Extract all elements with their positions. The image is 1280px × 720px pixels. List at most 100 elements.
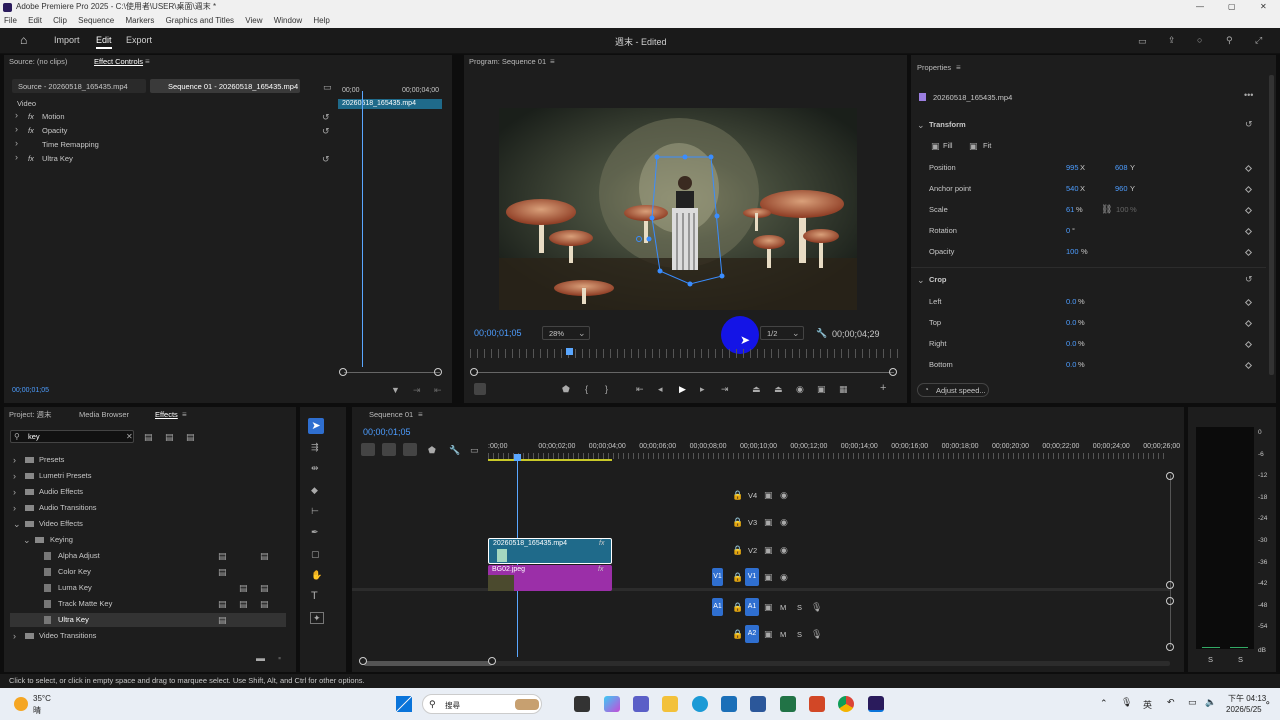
windows-start-icon[interactable] <box>396 696 412 712</box>
fit-icon[interactable]: ▣ <box>969 141 978 151</box>
task-view-icon[interactable] <box>574 696 590 712</box>
workspace-icon[interactable]: ▭ <box>1138 36 1147 46</box>
reset-icon[interactable]: ↺ <box>322 154 330 164</box>
copilot-icon[interactable] <box>604 696 620 712</box>
keyframe-icon[interactable] <box>1244 340 1253 349</box>
solo-right-button[interactable]: S <box>1238 655 1243 664</box>
volume-icon[interactable]: 🔈 <box>1205 697 1216 707</box>
keyframe-icon[interactable] <box>1244 319 1253 328</box>
go-to-in-icon[interactable]: ⇤ <box>636 384 644 394</box>
rectangle-tool-icon[interactable]: ▢ <box>311 549 320 559</box>
panel-menu-icon[interactable]: ≡ <box>182 410 187 420</box>
effects-search-box[interactable]: ⚲ key ✕ <box>10 430 134 443</box>
camera-icon[interactable]: ◉ <box>796 384 804 394</box>
more-options-icon[interactable]: ••• <box>1244 90 1253 100</box>
extract-icon[interactable]: ⏏ <box>774 384 783 394</box>
opacity-value[interactable]: 100 <box>1066 247 1079 256</box>
source-patch-v1[interactable]: V1 <box>712 568 723 586</box>
zoom-select[interactable]: 28% ⌄ <box>542 326 590 340</box>
effects-search-input[interactable]: key <box>28 432 40 441</box>
clear-search-icon[interactable]: ✕ <box>126 432 133 442</box>
sync-lock-icon[interactable]: ▣ <box>764 572 773 582</box>
tab-edit[interactable]: Edit <box>96 35 112 49</box>
solo-button[interactable]: S <box>797 603 802 612</box>
keyframe-icon[interactable] <box>1244 185 1253 194</box>
panel-menu-icon[interactable]: ≡ <box>550 57 555 67</box>
vertical-scrollbar[interactable] <box>1170 475 1171 647</box>
taskbar-search-box[interactable]: ⚲ 搜尋 <box>422 694 542 714</box>
effect-controls-timecode[interactable]: 00;00;01;05 <box>12 387 49 394</box>
hand-tool-icon[interactable]: ✋ <box>311 570 322 580</box>
undo-icon[interactable]: ↶ <box>1167 697 1175 707</box>
keyframe-icon[interactable] <box>1244 248 1253 257</box>
eye-icon[interactable]: ◉ <box>780 490 788 500</box>
properties-scrollbar[interactable] <box>1269 75 1274 375</box>
play-icon[interactable]: ▶ <box>679 384 686 394</box>
tree-item-ultra-key[interactable]: Ultra Key ▤ <box>10 613 286 627</box>
track-select-tool-icon[interactable]: ⇶ <box>311 442 319 452</box>
panel-menu-icon[interactable]: ≡ <box>145 57 150 67</box>
file-explorer-icon[interactable] <box>662 696 678 712</box>
eye-icon[interactable]: ◉ <box>780 517 788 527</box>
zoom-handle-right[interactable] <box>434 368 442 376</box>
step-back-icon[interactable]: ◂ <box>658 384 663 394</box>
eye-icon[interactable]: ◉ <box>780 545 788 555</box>
slip-tool-icon[interactable]: ⊢ <box>311 506 319 516</box>
position-x-value[interactable]: 995 <box>1066 163 1079 172</box>
sync-lock-icon[interactable]: ▣ <box>764 602 773 612</box>
clip-v2[interactable]: 20260518_165435.mp4 fx <box>488 538 612 564</box>
zoom-handle-right[interactable] <box>889 368 897 376</box>
edge-icon[interactable] <box>692 696 708 712</box>
store-icon[interactable] <box>721 696 737 712</box>
crop-bottom-value[interactable]: 0.0 <box>1066 360 1076 369</box>
tree-item-video-transitions[interactable]: › Video Transitions <box>10 629 280 643</box>
fullscreen-icon[interactable]: ⤢ <box>1255 35 1262 45</box>
work-area-bar[interactable] <box>488 459 612 461</box>
source-clip-selector[interactable]: Source - 20260518_165435.mp4 <box>12 79 146 93</box>
solo-button[interactable]: S <box>797 630 802 639</box>
taskbar-time[interactable]: 下午 04:13 <box>1228 693 1266 704</box>
tree-item-track-matte-key[interactable]: Track Matte Key ▤ ▤ ▤ <box>10 597 280 611</box>
chevron-up-icon[interactable]: ⌃ <box>1100 698 1108 708</box>
track-target-a1[interactable]: A1 <box>745 598 759 616</box>
scroll-handle[interactable] <box>1166 597 1174 605</box>
weather-condition[interactable]: 晴 <box>33 705 41 716</box>
maximize-button[interactable]: ▢ <box>1228 0 1236 14</box>
timeline-ruler[interactable]: :00;00 00;00;02;00 00;00;04;00 00;00;06;00 0… <box>488 443 1180 461</box>
scroll-handle[interactable] <box>1166 643 1174 651</box>
menu-file[interactable]: File <box>4 16 17 25</box>
scroll-handle[interactable] <box>1166 581 1174 589</box>
add-marker-icon[interactable]: ⬟ <box>428 445 436 455</box>
taskbar-date[interactable]: 2026/5/25 <box>1226 705 1262 714</box>
keyframe-icon[interactable] <box>1244 361 1253 370</box>
effect-row-time-remapping[interactable]: › Time Remapping <box>12 138 338 152</box>
export-frame-icon[interactable]: ⇥ <box>413 385 421 395</box>
powerpoint-icon[interactable] <box>809 696 825 712</box>
lock-icon[interactable]: 🔒 <box>732 629 743 639</box>
sync-lock-icon[interactable]: ▣ <box>764 490 773 500</box>
reset-icon[interactable]: ↺ <box>1245 274 1253 284</box>
transform-section[interactable]: Transform <box>929 120 966 129</box>
chevron-down-icon[interactable]: ⌄ <box>917 275 925 285</box>
fill-icon[interactable]: ▣ <box>931 141 940 151</box>
linked-selection-icon[interactable] <box>403 443 417 456</box>
menu-graphics[interactable]: Graphics and Titles <box>166 16 234 25</box>
panel-menu-icon[interactable]: ≡ <box>418 410 423 420</box>
mini-clip-bar[interactable]: 20260518_165435.mp4 <box>338 99 442 109</box>
mini-zoom-bar[interactable] <box>344 372 440 373</box>
share-icon[interactable]: ⇪ <box>1168 35 1176 45</box>
new-bin-icon[interactable]: ▬ <box>256 653 265 663</box>
generative-tool-icon[interactable]: ✦ <box>310 612 324 624</box>
settings-icon[interactable] <box>474 383 486 395</box>
tab-effects[interactable]: Effects <box>155 408 178 422</box>
source-patch-a1[interactable]: A1 <box>712 598 723 616</box>
mark-in-icon[interactable]: { <box>585 384 588 394</box>
fill-button[interactable]: Fill <box>943 141 953 150</box>
razor-tool-icon[interactable]: ◆ <box>311 485 318 495</box>
tree-item-lumetri-presets[interactable]: › Lumetri Presets <box>10 469 280 483</box>
yuv-effects-icon[interactable]: ▤ <box>186 432 195 442</box>
menu-markers[interactable]: Markers <box>125 16 154 25</box>
go-to-out-icon[interactable]: ⇥ <box>721 384 729 394</box>
weather-sun-icon[interactable] <box>14 697 28 711</box>
anchor-y-value[interactable]: 960 <box>1115 184 1128 193</box>
